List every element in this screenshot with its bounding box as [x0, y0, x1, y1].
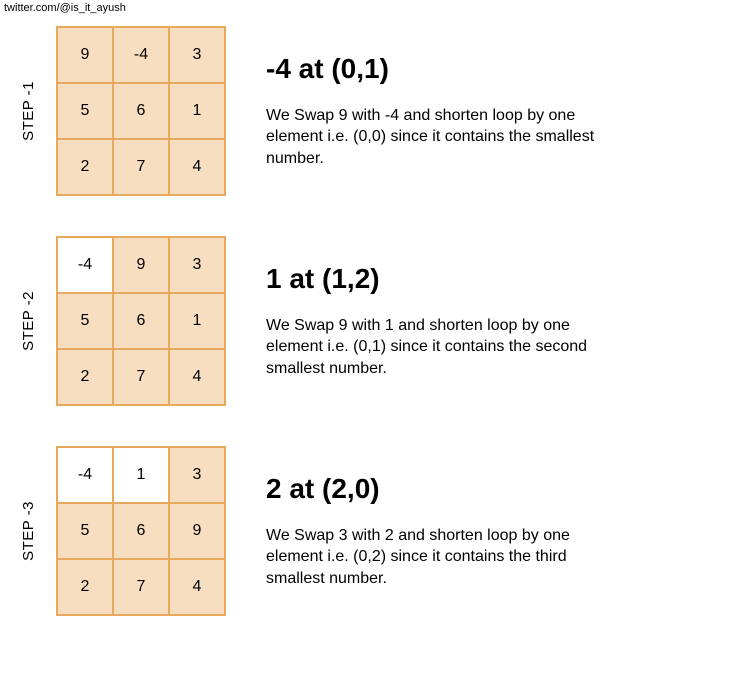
grid-cell: 5	[57, 293, 113, 349]
step-1-grid: 9 -4 3 5 6 1 2 7 4	[56, 26, 226, 196]
grid-cell: -4	[113, 27, 169, 83]
grid-cell: 5	[57, 503, 113, 559]
step-1: STEP -1 9 -4 3 5 6 1 2 7 4 -4 at (0,1) W…	[20, 26, 711, 196]
step-3-body: We Swap 3 with 2 and shorten loop by one…	[266, 525, 626, 590]
grid-cell: -4	[57, 237, 113, 293]
step-1-label: STEP -1	[20, 81, 38, 141]
grid-cell: -4	[57, 447, 113, 503]
step-3-title: 2 at (2,0)	[266, 473, 626, 505]
grid-cell: 6	[113, 293, 169, 349]
step-1-desc: -4 at (0,1) We Swap 9 with -4 and shorte…	[266, 53, 626, 170]
step-1-body: We Swap 9 with -4 and shorten loop by on…	[266, 105, 626, 170]
grid-cell: 6	[113, 503, 169, 559]
step-1-title: -4 at (0,1)	[266, 53, 626, 85]
grid-cell: 9	[113, 237, 169, 293]
step-2-title: 1 at (1,2)	[266, 263, 626, 295]
grid-cell: 4	[169, 139, 225, 195]
grid-cell: 5	[57, 83, 113, 139]
grid-cell: 3	[169, 27, 225, 83]
grid-cell: 1	[169, 83, 225, 139]
grid-cell: 7	[113, 559, 169, 615]
grid-cell: 1	[169, 293, 225, 349]
grid-cell: 9	[169, 503, 225, 559]
grid-cell: 7	[113, 139, 169, 195]
grid-cell: 1	[113, 447, 169, 503]
step-2-desc: 1 at (1,2) We Swap 9 with 1 and shorten …	[266, 263, 626, 380]
grid-cell: 6	[113, 83, 169, 139]
grid-cell: 4	[169, 349, 225, 405]
step-3: STEP -3 -4 1 3 5 6 9 2 7 4 2 at (2,0) We…	[20, 446, 711, 616]
step-2-body: We Swap 9 with 1 and shorten loop by one…	[266, 315, 626, 380]
grid-cell: 9	[57, 27, 113, 83]
step-2: STEP -2 -4 9 3 5 6 1 2 7 4 1 at (1,2) We…	[20, 236, 711, 406]
step-2-grid: -4 9 3 5 6 1 2 7 4	[56, 236, 226, 406]
grid-cell: 2	[57, 139, 113, 195]
grid-cell: 3	[169, 237, 225, 293]
step-3-label: STEP -3	[20, 501, 38, 561]
steps-container: STEP -1 9 -4 3 5 6 1 2 7 4 -4 at (0,1) W…	[0, 16, 731, 676]
grid-cell: 2	[57, 349, 113, 405]
grid-cell: 4	[169, 559, 225, 615]
grid-cell: 3	[169, 447, 225, 503]
step-2-label: STEP -2	[20, 291, 38, 351]
grid-cell: 7	[113, 349, 169, 405]
step-3-grid: -4 1 3 5 6 9 2 7 4	[56, 446, 226, 616]
grid-cell: 2	[57, 559, 113, 615]
step-3-desc: 2 at (2,0) We Swap 3 with 2 and shorten …	[266, 473, 626, 590]
credit-link[interactable]: twitter.com/@is_it_ayush	[0, 0, 731, 16]
